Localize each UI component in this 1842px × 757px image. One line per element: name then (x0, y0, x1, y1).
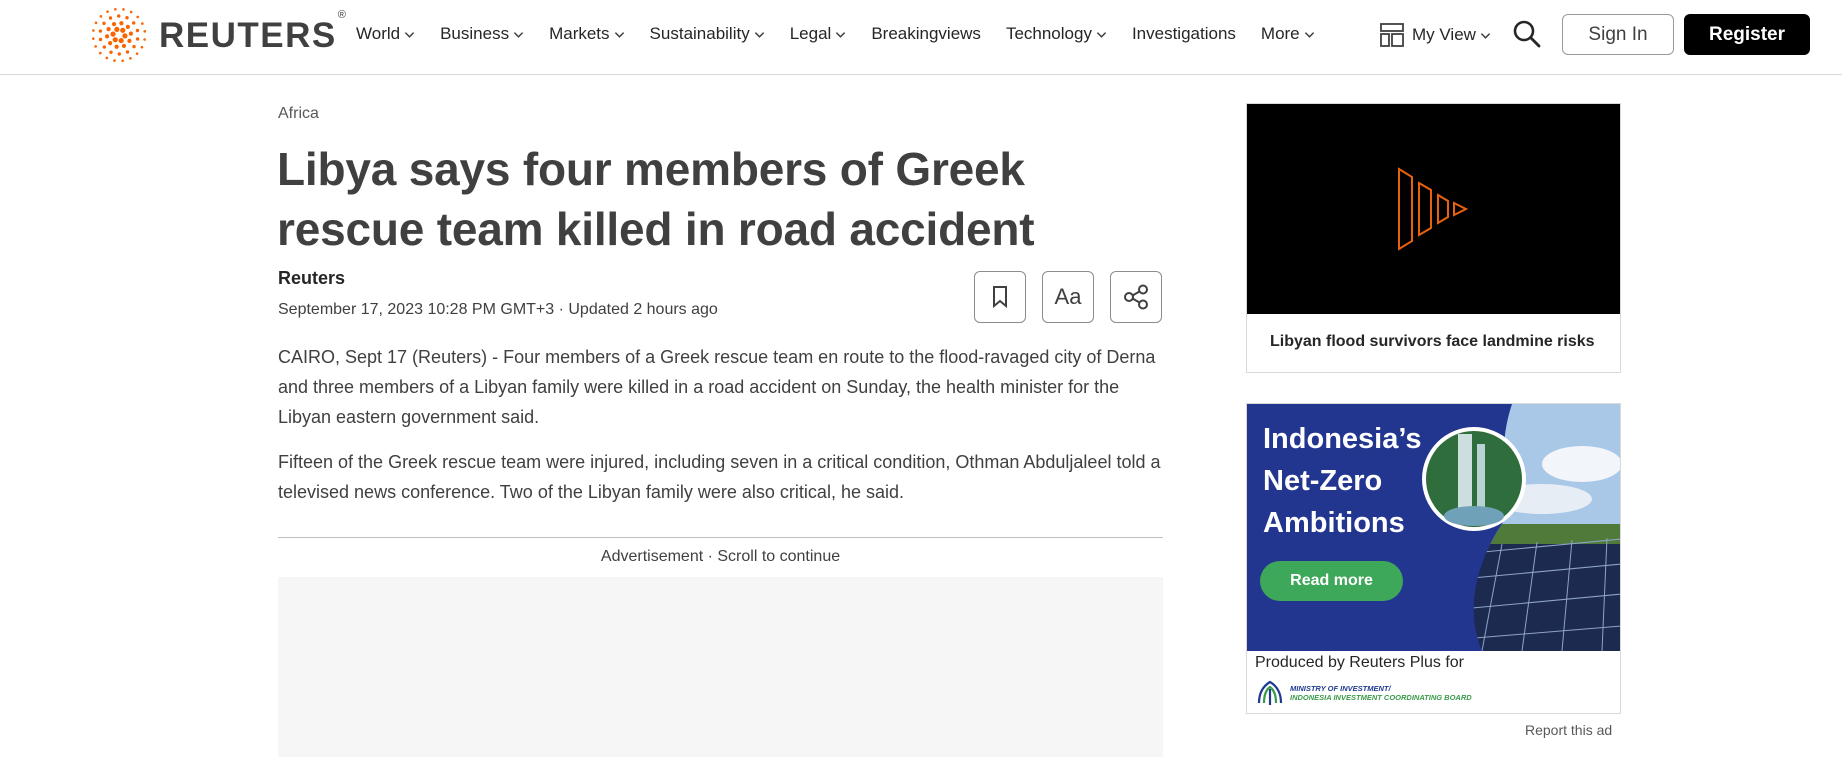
nav-item-sustainability[interactable]: Sustainability (650, 24, 765, 44)
dateline: September 17, 2023 10:28 PM GMT+3 · Upda… (278, 301, 718, 318)
ad-divider (278, 537, 1163, 538)
inline-ad-slot[interactable] (278, 577, 1163, 757)
solar-panel-image (1422, 404, 1620, 651)
brand-name: REUTERS® (159, 8, 348, 55)
ad-banner: Indonesia’s Net-Zero Ambitions Read more (1247, 404, 1620, 651)
nav-item-technology[interactable]: Technology (1006, 24, 1107, 44)
nav-item-business[interactable]: Business (440, 24, 524, 44)
nav-item-label: Legal (789, 24, 832, 43)
nav-item-label: Technology (1005, 24, 1092, 43)
video-card[interactable]: Libyan flood survivors face landmine ris… (1246, 103, 1621, 373)
nav-item-label: World (356, 24, 401, 43)
chevron-down-icon (614, 31, 624, 38)
nav-item-breakingviews[interactable]: Breakingviews (871, 24, 981, 44)
reuters-logo[interactable]: REUTERS® (89, 6, 347, 64)
ministry-logo: MINISTRY OF INVESTMENT/ INDONESIA INVEST… (1255, 679, 1472, 707)
video-caption[interactable]: Libyan flood survivors face landmine ris… (1270, 333, 1595, 351)
my-view-button[interactable]: My View (1379, 22, 1491, 48)
text-size-button[interactable]: Aa (1042, 271, 1094, 323)
play-logo-icon (1397, 167, 1468, 251)
chevron-down-icon (1096, 31, 1107, 38)
nav-item-label: More (1260, 24, 1300, 43)
site-header: REUTERS® World Business Markets Sustainabil… (0, 0, 1842, 75)
nav-item-more[interactable]: More (1261, 24, 1315, 44)
nav-item-label: Sustainability (649, 24, 750, 43)
byline-author[interactable]: Reuters (278, 268, 345, 289)
report-ad-link[interactable]: Report this ad (1525, 722, 1612, 738)
bookmark-button[interactable] (974, 271, 1026, 323)
section-link[interactable]: Africa (278, 105, 319, 123)
chevron-down-icon (1304, 31, 1314, 38)
nav-item-world[interactable]: World (356, 24, 415, 44)
ministry-emblem-icon (1257, 680, 1283, 705)
nav-item-label: Markets (549, 24, 610, 43)
chevron-down-icon (836, 31, 846, 38)
chevron-down-icon (754, 31, 764, 38)
article-headline: Libya says four members of Greek rescue … (277, 143, 1035, 255)
chevron-down-icon (1480, 32, 1491, 39)
sidebar-ad[interactable]: Indonesia’s Net-Zero Ambitions Read more (1246, 403, 1621, 714)
chevron-down-icon (404, 31, 415, 38)
video-player[interactable] (1247, 104, 1620, 314)
bookmark-icon (993, 286, 1007, 309)
share-icon (1124, 284, 1148, 310)
my-view-label: My View (1412, 25, 1476, 44)
register-button[interactable]: Register (1684, 14, 1810, 55)
article-paragraph: CAIRO, Sept 17 (Reuters) - Four members … (278, 347, 1156, 427)
ad-read-more-button[interactable]: Read more (1260, 561, 1403, 601)
advertisement-label: Advertisement · Scroll to continue (600, 548, 841, 565)
reuters-dots-icon (91, 7, 147, 63)
ad-produced-by: Produced by Reuters Plus for (1255, 654, 1464, 671)
search-icon (1513, 20, 1541, 48)
nav-item-label: Investigations (1131, 24, 1236, 43)
ministry-text: MINISTRY OF INVESTMENT/ INDONESIA INVEST… (1290, 684, 1472, 702)
nav-item-investigations[interactable]: Investigations (1132, 24, 1236, 44)
main-nav: World Business Markets Sustainability Legal B… (356, 0, 1340, 68)
sign-in-button[interactable]: Sign In (1562, 14, 1674, 55)
nav-item-legal[interactable]: Legal (790, 24, 847, 44)
nav-item-markets[interactable]: Markets (549, 24, 624, 44)
nav-item-label: Business (440, 24, 510, 43)
chevron-down-icon (513, 31, 524, 38)
article-paragraph: Fifteen of the Greek rescue team were in… (278, 452, 1161, 502)
nav-item-label: Breakingviews (871, 24, 981, 43)
layout-icon (1380, 23, 1404, 47)
search-button[interactable] (1512, 19, 1542, 54)
share-button[interactable] (1110, 271, 1162, 323)
